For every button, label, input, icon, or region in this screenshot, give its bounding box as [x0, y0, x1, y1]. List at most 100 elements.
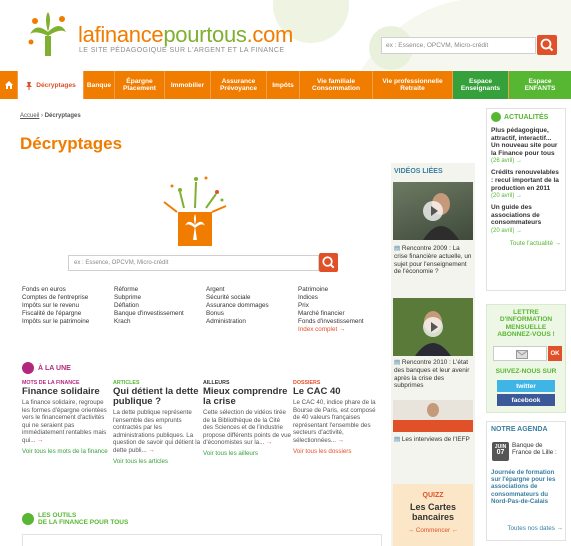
arrow-icon[interactable]: → [338, 437, 344, 444]
video-thumbnail-2[interactable] [393, 298, 473, 356]
nav-home[interactable] [0, 71, 18, 99]
nav-item-assurance[interactable]: Assurance Prévoyance [211, 71, 267, 99]
agenda-title: NOTRE AGENDA [491, 426, 548, 433]
keyword-link[interactable]: Indices [298, 294, 364, 302]
nav-label: Banque [86, 81, 112, 89]
news-item-date[interactable]: (26 avril) → [491, 158, 561, 164]
video-thumbnail-1[interactable] [393, 182, 473, 240]
site-header: lafinancepourtous.com LE SITE PÉDAGOGIQU… [0, 0, 571, 70]
actualites-header: ACTUALITÉS [491, 112, 561, 122]
une-card-title[interactable]: Qui détient la dette publique ? [113, 387, 201, 407]
nav-item-vie-professionnelle[interactable]: Vie professionnelle Retraite [373, 71, 453, 99]
iefp-illustration [393, 403, 473, 432]
keyword-link[interactable]: Prix [298, 302, 364, 310]
actualites-title: ACTUALITÉS [504, 113, 549, 121]
all-dates-link[interactable]: Toutes nos dates → [487, 525, 563, 532]
outils-title: LES OUTILS DE LA FINANCE POUR TOUS [38, 512, 129, 526]
play-icon[interactable] [423, 317, 443, 337]
keyword-link[interactable]: Argent [206, 286, 269, 294]
keyword-link[interactable]: Fonds d'investissement [298, 318, 364, 326]
site-tagline: LE SITE PÉDAGOGIQUE SUR L'ARGENT ET LA F… [79, 47, 285, 54]
newsletter-email-input[interactable] [493, 346, 547, 361]
keyword-link[interactable]: Marché financier [298, 310, 364, 318]
keyword-link[interactable]: Sécurité sociale [206, 294, 269, 302]
keyword-link[interactable]: Subprime [114, 294, 184, 302]
une-card-text: La dette publique représente l'ensemble … [113, 409, 201, 454]
une-card-4: DOSSIERS Le CAC 40 Le CAC 40, indice pha… [293, 380, 381, 455]
une-card-link[interactable]: Voir tous les articles [113, 458, 201, 466]
decryptages-search-button[interactable] [319, 253, 338, 272]
quiz-box[interactable]: QUIZZ Les Cartes bancaires → Commencer ← [393, 484, 473, 546]
nav-item-immobilier[interactable]: Immobilier [165, 71, 211, 99]
keyword-link[interactable]: Fiscalité de l'épargne [22, 310, 89, 318]
decryptages-search-input[interactable]: ex : Essence, OPCVM, Micro-crédit [68, 255, 319, 271]
home-icon [4, 81, 13, 89]
nav-item-banque[interactable]: Banque [84, 71, 115, 99]
all-news-link[interactable]: Toute l'actualité → [491, 240, 561, 247]
newsletter-ok-button[interactable]: OK [548, 346, 562, 361]
keywords-col-4: Patrimoine Indices Prix Marché financier… [298, 286, 364, 334]
logo-tree-icon[interactable] [26, 12, 70, 58]
keyword-link[interactable]: Bonus [206, 310, 269, 318]
video-caption-1[interactable]: ▤ Rencontre 2009 : La crise financière a… [394, 245, 474, 276]
une-card-1: MOTS DE LA FINANCE Finance solidaire La … [22, 380, 110, 455]
keyword-link[interactable]: Banque d'investissement [114, 310, 184, 318]
keywords-col-1: Fonds en euros Comptes de l'entreprise I… [22, 286, 89, 326]
arrow-icon[interactable]: → [266, 439, 272, 446]
header-search-button[interactable] [537, 35, 557, 55]
une-card-title[interactable]: Mieux comprendre la crise [203, 387, 291, 407]
arrow-icon[interactable]: → [148, 447, 154, 454]
nav-item-decryptages[interactable]: Décryptages [18, 71, 84, 99]
une-card-text: La finance solidaire, regroupe les forme… [22, 399, 107, 444]
keyword-link[interactable]: Impôts sur le revenu [22, 302, 89, 310]
keyword-link[interactable]: Déflation [114, 302, 184, 310]
search-icon [540, 38, 554, 52]
video-caption-2[interactable]: ▤ Rencontre 2010 : L'état des banques et… [394, 359, 474, 390]
arrow-icon[interactable]: → [37, 437, 43, 444]
nav-item-espace-enseignants[interactable]: Espace Enseignants [453, 71, 509, 99]
header-search-input[interactable]: ex : Essence, OPCVM, Micro-crédit [381, 37, 536, 54]
video-icon: ▤ [394, 359, 402, 366]
news-item-title[interactable]: Plus pédagogique, attractif, interactif.… [491, 127, 561, 157]
news-item-title[interactable]: Crédits renouvelables : recul important … [491, 169, 561, 192]
keyword-link[interactable]: Patrimoine [298, 286, 364, 294]
une-card-link[interactable]: Voir tous les dossiers [293, 448, 381, 456]
keyword-link[interactable]: Administration [206, 318, 269, 326]
outils-panel [22, 534, 382, 546]
news-item-title[interactable]: Un guide des associations de consommateu… [491, 204, 561, 227]
keyword-link[interactable]: Impôts sur le patrimoine [22, 318, 89, 326]
keyword-link[interactable]: Comptes de l'entreprise [22, 294, 89, 302]
nav-item-espace-enfants[interactable]: Espace ENFANTS [509, 71, 571, 99]
keyword-link[interactable]: Krach [114, 318, 184, 326]
nav-item-vie-familiale[interactable]: Vie familiale Consommation [300, 71, 373, 99]
logo-com: .com [246, 22, 294, 47]
play-icon[interactable] [423, 201, 443, 221]
agenda-box: NOTRE AGENDA JUIN 07 Banque de France de… [486, 421, 566, 541]
nav-item-epargne[interactable]: Épargne Placement [115, 71, 165, 99]
index-complet-link[interactable]: Index complet → [298, 326, 364, 334]
keywords-col-2: Réforme Subprime Déflation Banque d'inve… [114, 286, 184, 326]
news-item-date[interactable]: (20 avril) → [491, 193, 561, 199]
video-thumbnail-3[interactable] [393, 400, 473, 432]
facebook-button[interactable]: facebook [497, 394, 555, 406]
news-item-date[interactable]: (20 avril) → [491, 228, 561, 234]
logo-tous: tous [206, 22, 247, 47]
nav-label: Immobilier [170, 81, 205, 89]
agenda-event-link[interactable]: Journée de formation sur l'épargne pour … [491, 469, 565, 505]
quiz-start-button[interactable]: → Commencer ← [393, 527, 473, 534]
keyword-link[interactable]: Fonds en euros [22, 286, 89, 294]
une-card-title[interactable]: Finance solidaire [22, 387, 110, 397]
keyword-link[interactable]: Réforme [114, 286, 184, 294]
site-logo[interactable]: lafinancepourtous.com [78, 24, 293, 46]
keyword-link[interactable]: Assurance dommages [206, 302, 269, 310]
breadcrumb-home-link[interactable]: Accueil [20, 113, 39, 119]
nav-item-impots[interactable]: Impôts [267, 71, 300, 99]
une-card-link[interactable]: Voir tous les ailleurs [203, 450, 291, 458]
twitter-button[interactable]: twitter [497, 380, 555, 392]
nav-label: Épargne Placement [123, 78, 156, 92]
une-card-link[interactable]: Voir tous les mots de la finance [22, 448, 110, 456]
une-card-title[interactable]: Le CAC 40 [293, 387, 381, 397]
keywords-col-3: Argent Sécurité sociale Assurance dommag… [206, 286, 269, 326]
newsletter-box: LETTRE D'INFORMATION MENSUELLE ABONNEZ-V… [486, 304, 566, 413]
video-caption-3[interactable]: ▤ Les interviews de l'IEFP [394, 436, 474, 444]
